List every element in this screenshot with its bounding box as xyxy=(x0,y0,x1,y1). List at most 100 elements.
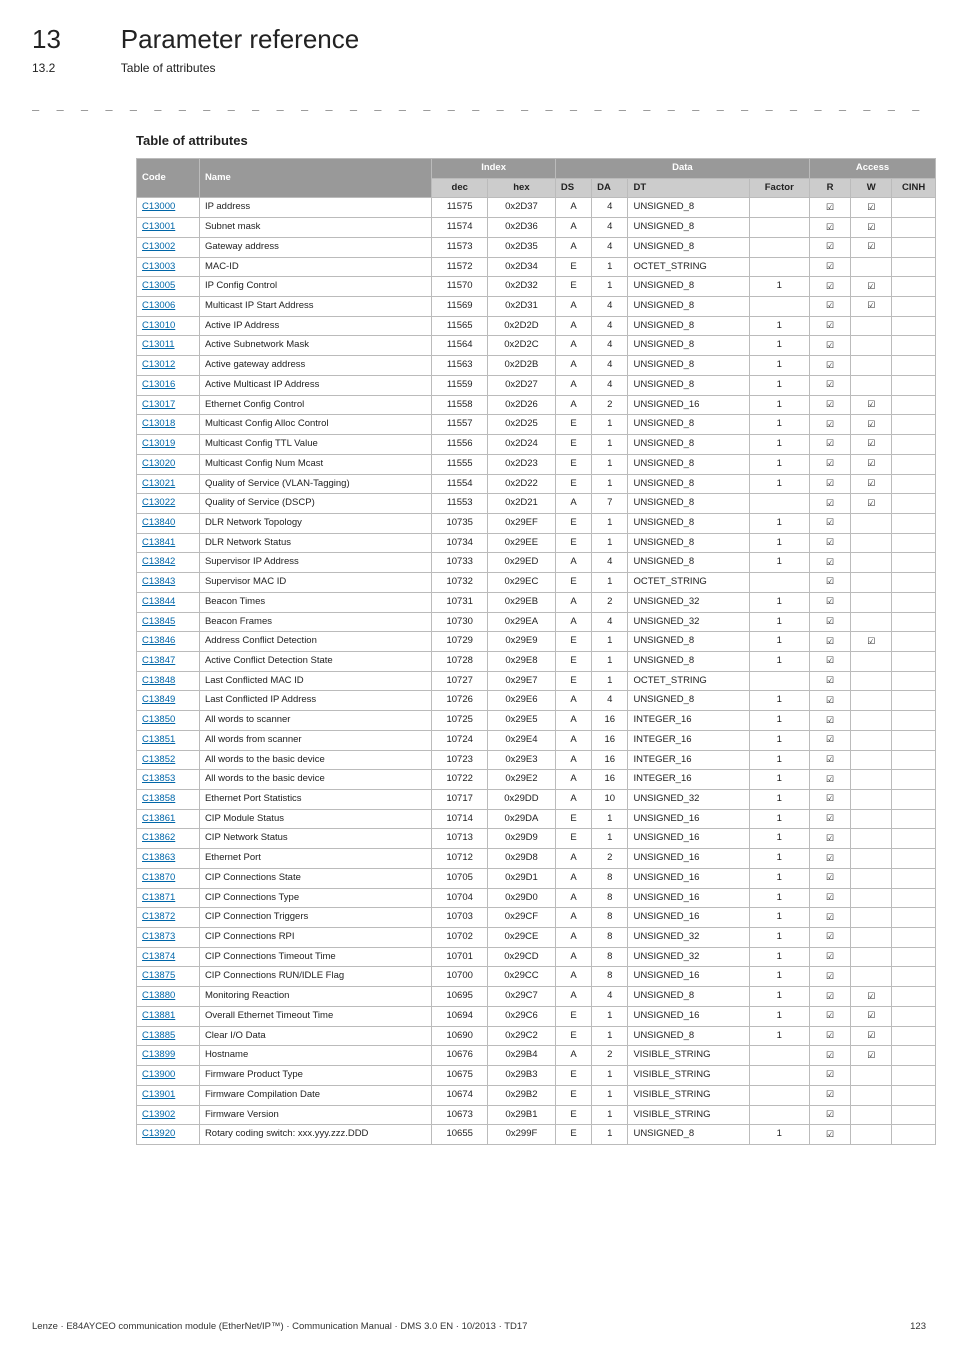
cell-code[interactable]: C13870 xyxy=(137,868,200,888)
cell-da: 1 xyxy=(592,1026,628,1046)
cell-dt: UNSIGNED_8 xyxy=(628,987,749,1007)
cell-code[interactable]: C13842 xyxy=(137,553,200,573)
cell-cinh xyxy=(892,336,936,356)
cell-code[interactable]: C13000 xyxy=(137,198,200,218)
cell-code[interactable]: C13850 xyxy=(137,711,200,731)
cell-r: ☑ xyxy=(810,809,851,829)
cell-code[interactable]: C13005 xyxy=(137,277,200,297)
cell-factor: 1 xyxy=(749,849,810,869)
cell-code[interactable]: C13003 xyxy=(137,257,200,277)
cell-r: ☑ xyxy=(810,395,851,415)
cell-ds: A xyxy=(555,888,591,908)
cell-code[interactable]: C13001 xyxy=(137,218,200,238)
cell-code[interactable]: C13847 xyxy=(137,651,200,671)
cell-da: 4 xyxy=(592,198,628,218)
cell-code[interactable]: C13858 xyxy=(137,790,200,810)
cell-w xyxy=(851,790,892,810)
table-heading: Table of attributes xyxy=(136,133,926,148)
cell-name: Ethernet Port xyxy=(199,849,431,869)
cell-code[interactable]: C13849 xyxy=(137,691,200,711)
cell-code[interactable]: C13848 xyxy=(137,671,200,691)
cell-code[interactable]: C13010 xyxy=(137,316,200,336)
cell-name: IP address xyxy=(199,198,431,218)
cell-code[interactable]: C13900 xyxy=(137,1066,200,1086)
cell-ds: E xyxy=(555,1026,591,1046)
cell-factor: 1 xyxy=(749,730,810,750)
cell-code[interactable]: C13881 xyxy=(137,1006,200,1026)
cell-cinh xyxy=(892,573,936,593)
cell-code[interactable]: C13862 xyxy=(137,829,200,849)
cell-code[interactable]: C13851 xyxy=(137,730,200,750)
cell-code[interactable]: C13880 xyxy=(137,987,200,1007)
cell-code[interactable]: C13852 xyxy=(137,750,200,770)
cell-name: Multicast Config TTL Value xyxy=(199,435,431,455)
cell-code[interactable]: C13873 xyxy=(137,928,200,948)
cell-code[interactable]: C13874 xyxy=(137,947,200,967)
cell-ds: A xyxy=(555,297,591,317)
cell-name: Rotary coding switch: xxx.yyy.zzz.DDD xyxy=(199,1125,431,1145)
cell-code[interactable]: C13002 xyxy=(137,237,200,257)
cell-ds: A xyxy=(555,237,591,257)
cell-factor: 1 xyxy=(749,553,810,573)
cell-code[interactable]: C13012 xyxy=(137,356,200,376)
cell-da: 8 xyxy=(592,947,628,967)
cell-dt: UNSIGNED_16 xyxy=(628,1006,749,1026)
cell-code[interactable]: C13875 xyxy=(137,967,200,987)
table-row: C13900Firmware Product Type106750x29B3E1… xyxy=(137,1066,936,1086)
cell-r: ☑ xyxy=(810,494,851,514)
cell-code[interactable]: C13021 xyxy=(137,474,200,494)
cell-code[interactable]: C13901 xyxy=(137,1085,200,1105)
cell-code[interactable]: C13022 xyxy=(137,494,200,514)
cell-code[interactable]: C13018 xyxy=(137,415,200,435)
cell-code[interactable]: C13843 xyxy=(137,573,200,593)
cell-hex: 0x2D34 xyxy=(488,257,556,277)
cell-factor: 1 xyxy=(749,375,810,395)
cell-code[interactable]: C13846 xyxy=(137,632,200,652)
cell-code[interactable]: C13872 xyxy=(137,908,200,928)
cell-code[interactable]: C13016 xyxy=(137,375,200,395)
cell-code[interactable]: C13845 xyxy=(137,612,200,632)
cell-code[interactable]: C13006 xyxy=(137,297,200,317)
cell-code[interactable]: C13853 xyxy=(137,770,200,790)
table-row: C13020Multicast Config Num Mcast115550x2… xyxy=(137,454,936,474)
cell-w: ☑ xyxy=(851,218,892,238)
cell-code[interactable]: C13885 xyxy=(137,1026,200,1046)
cell-dec: 11557 xyxy=(432,415,488,435)
cell-dec: 10690 xyxy=(432,1026,488,1046)
cell-dec: 10728 xyxy=(432,651,488,671)
cell-code[interactable]: C13840 xyxy=(137,513,200,533)
cell-hex: 0x2D35 xyxy=(488,237,556,257)
cell-ds: A xyxy=(555,356,591,376)
cell-code[interactable]: C13902 xyxy=(137,1105,200,1125)
cell-factor: 1 xyxy=(749,691,810,711)
cell-code[interactable]: C13017 xyxy=(137,395,200,415)
cell-dec: 11564 xyxy=(432,336,488,356)
col-header-dec: dec xyxy=(432,178,488,198)
cell-ds: E xyxy=(555,257,591,277)
cell-code[interactable]: C13899 xyxy=(137,1046,200,1066)
cell-r: ☑ xyxy=(810,868,851,888)
cell-code[interactable]: C13020 xyxy=(137,454,200,474)
table-row: C13861CIP Module Status107140x29DAE1UNSI… xyxy=(137,809,936,829)
cell-factor: 1 xyxy=(749,790,810,810)
cell-hex: 0x29D0 xyxy=(488,888,556,908)
cell-r: ☑ xyxy=(810,592,851,612)
col-header-hex: hex xyxy=(488,178,556,198)
cell-da: 1 xyxy=(592,632,628,652)
cell-code[interactable]: C13871 xyxy=(137,888,200,908)
cell-hex: 0x29D9 xyxy=(488,829,556,849)
cell-code[interactable]: C13011 xyxy=(137,336,200,356)
cell-da: 4 xyxy=(592,612,628,632)
cell-dec: 10733 xyxy=(432,553,488,573)
cell-ds: A xyxy=(555,494,591,514)
cell-code[interactable]: C13019 xyxy=(137,435,200,455)
cell-cinh xyxy=(892,651,936,671)
cell-code[interactable]: C13861 xyxy=(137,809,200,829)
cell-code[interactable]: C13863 xyxy=(137,849,200,869)
cell-factor: 1 xyxy=(749,395,810,415)
cell-code[interactable]: C13920 xyxy=(137,1125,200,1145)
cell-code[interactable]: C13844 xyxy=(137,592,200,612)
cell-code[interactable]: C13841 xyxy=(137,533,200,553)
cell-name: Gateway address xyxy=(199,237,431,257)
table-row: C13006Multicast IP Start Address115690x2… xyxy=(137,297,936,317)
